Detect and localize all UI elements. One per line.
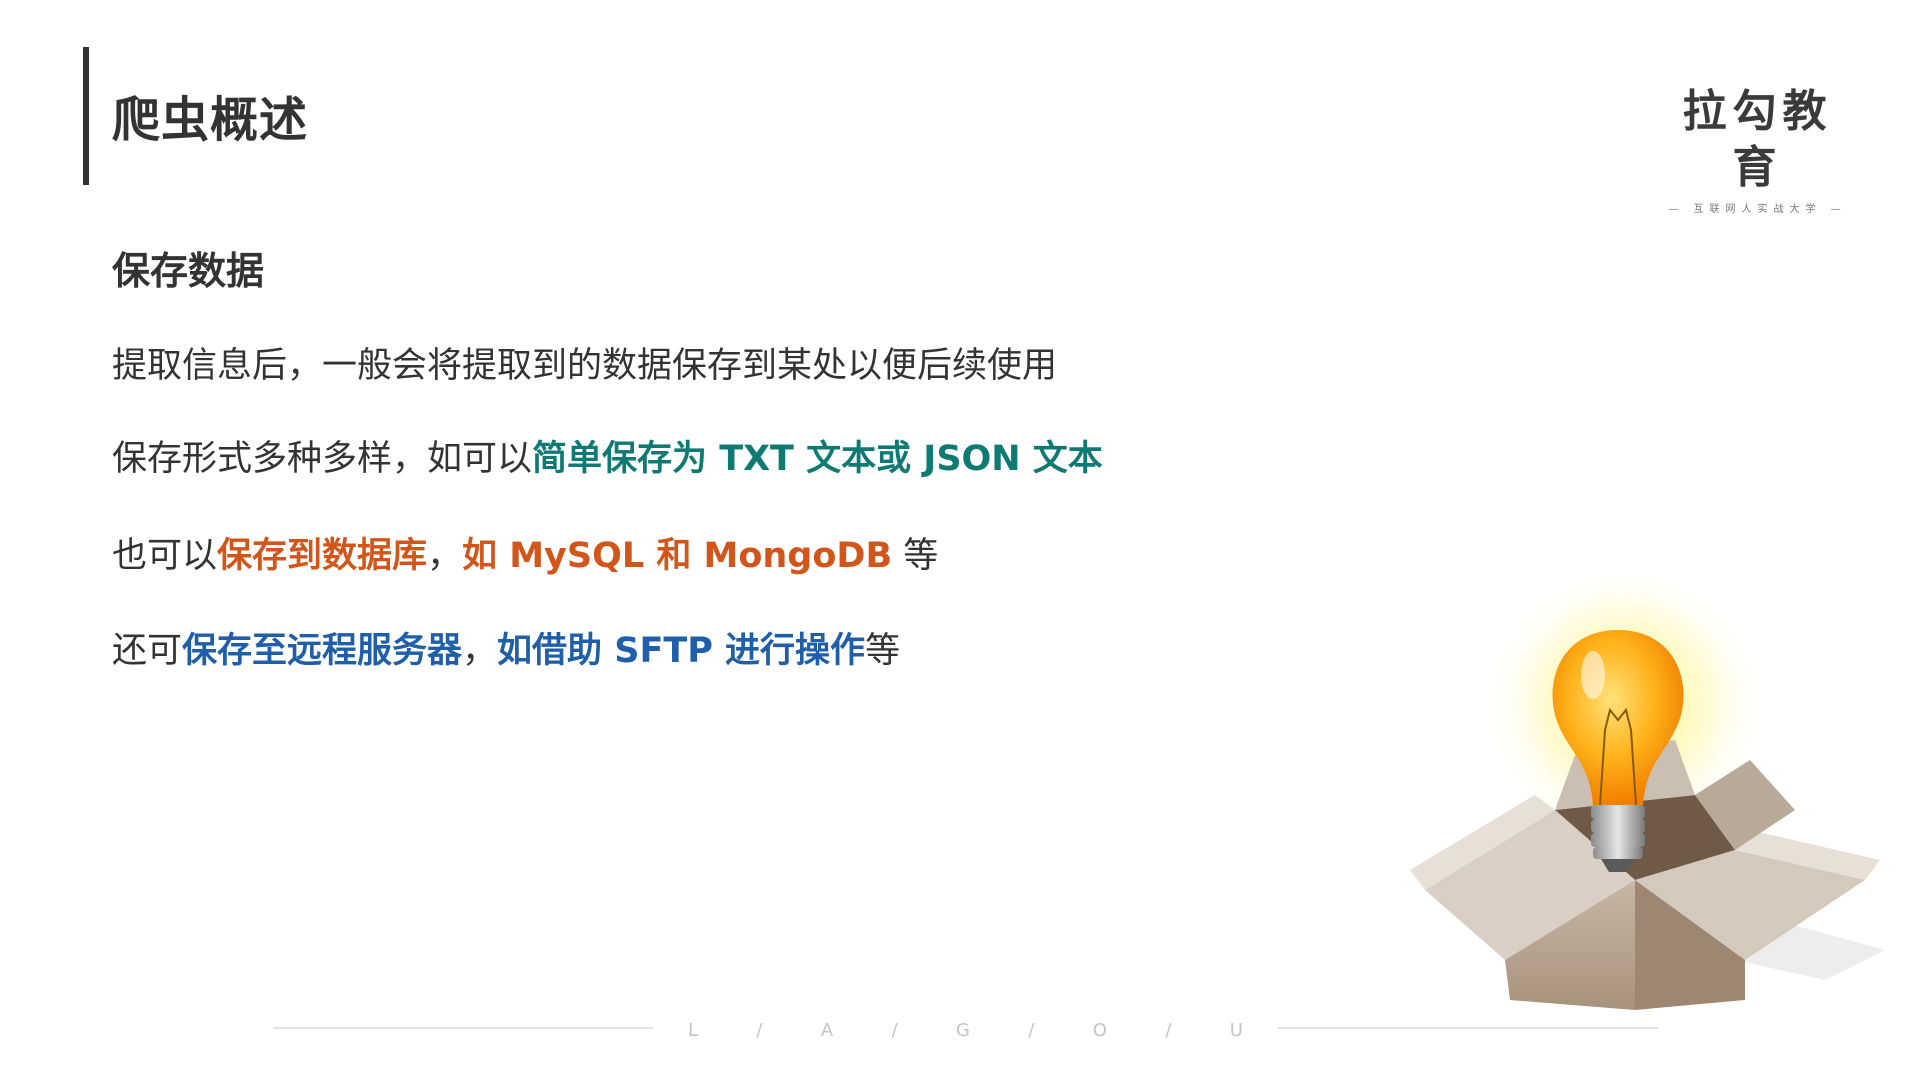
footer-letter: U <box>1229 1020 1243 1041</box>
content-line-4: 还可保存至远程服务器，如借助 SFTP 进行操作等 <box>112 622 900 673</box>
footer-separator: / <box>756 1020 763 1041</box>
line-text: 提取信息后，一般会将提取到的数据保存到某处以便后续使用 <box>112 346 1058 386</box>
content-line-1: 提取信息后，一般会将提取到的数据保存到某处以便后续使用 <box>112 337 1057 388</box>
highlight-text: 如借助 SFTP 进行操作 <box>497 631 866 671</box>
section-heading: 保存数据 <box>112 249 265 293</box>
footer-letter: A <box>820 1020 834 1041</box>
line-text: 保存形式多种多样，如可以 <box>112 439 533 479</box>
footer-letter: L <box>688 1020 699 1041</box>
highlight-text: 保存至远程服务器 <box>182 631 463 671</box>
line-text: 等 <box>892 536 939 576</box>
line-text: 还可 <box>112 631 183 671</box>
footer-divider-left <box>273 1027 653 1029</box>
footer-letters: L / A / G / O / U <box>688 1020 1243 1041</box>
line-text: ， <box>427 536 463 576</box>
line-text: ， <box>462 631 498 671</box>
highlight-text: 如 MySQL 和 MongoDB <box>462 536 893 576</box>
logo-text: 拉勾教育 <box>1682 86 1833 193</box>
footer-letter: O <box>1092 1020 1107 1041</box>
logo-tagline: — 互联网人实战大学 — <box>1668 204 1847 215</box>
highlight-text: 简单保存为 TXT 文本或 JSON 文本 <box>532 439 1103 479</box>
line-text: 等 <box>865 631 901 671</box>
content-line-2: 保存形式多种多样，如可以简单保存为 TXT 文本或 JSON 文本 <box>112 430 1103 481</box>
footer-separator: / <box>891 1020 898 1041</box>
footer-separator: / <box>1165 1020 1172 1041</box>
footer-letter: G <box>956 1020 970 1041</box>
title-accent-bar <box>83 47 89 185</box>
highlight-text: 保存到数据库 <box>217 536 428 576</box>
line-text: 也可以 <box>112 536 218 576</box>
content-line-3: 也可以保存到数据库，如 MySQL 和 MongoDB 等 <box>112 527 938 578</box>
page-title: 爬虫概述 <box>112 92 309 148</box>
footer-brand-strip: L / A / G / O / U <box>273 1020 1658 1050</box>
brand-logo: 拉勾教育 — 互联网人实战大学 — <box>1660 84 1855 215</box>
lightbulb-in-box-icon <box>1410 560 1885 1010</box>
footer-separator: / <box>1028 1020 1035 1041</box>
footer-divider-right <box>1278 1027 1658 1029</box>
